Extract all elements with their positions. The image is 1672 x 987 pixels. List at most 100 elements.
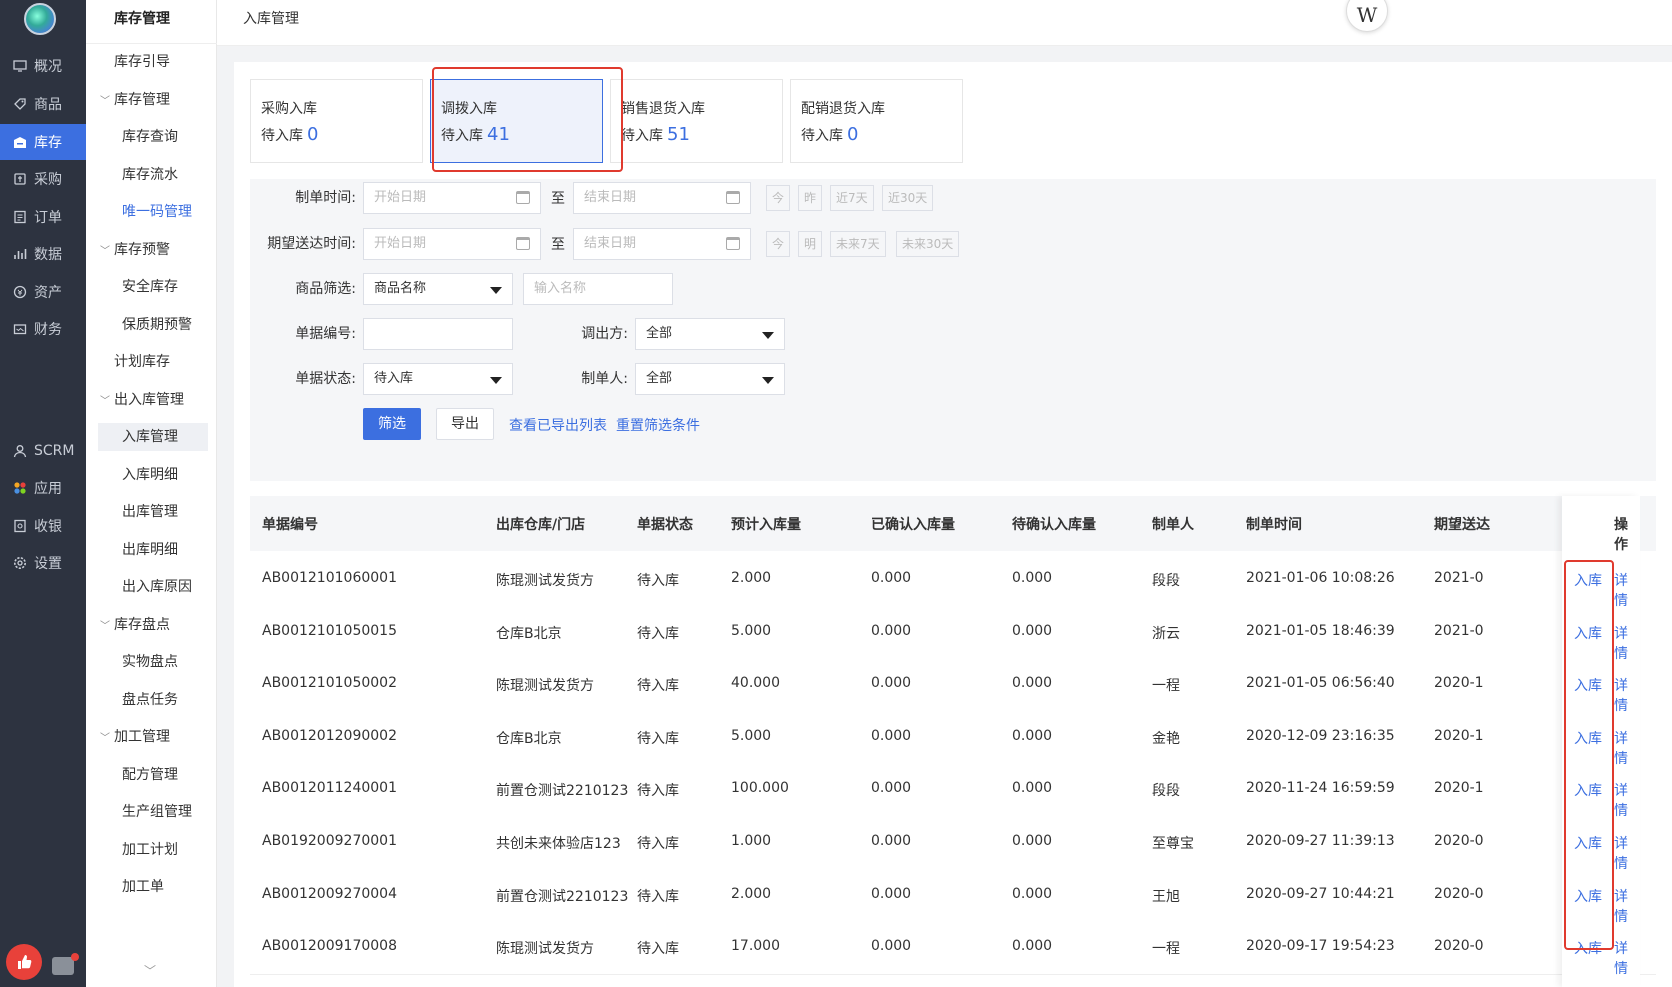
nav-item-label: 数据 [34, 247, 62, 263]
sidebar-item[interactable]: 加工单 [98, 873, 208, 901]
table-row[interactable]: AB0012009270004 前置仓测试2210123 待入库 2.000 0.000… [250, 866, 1656, 923]
table-row[interactable]: AB0012011240001 前置仓测试2210123 待入库 100.000 0.0… [250, 761, 1656, 818]
detail-link[interactable]: 详情 [1614, 833, 1640, 873]
chevron-down-icon: ﹀ [100, 620, 110, 632]
table-row[interactable]: AB0012101050002 陈琨测试发货方 待入库 40.000 0.000 0.00… [250, 656, 1656, 713]
type-card[interactable]: 销售退货入库 待入库 51 [610, 79, 783, 163]
table-row[interactable]: AB0012012090002 仓库B北京 待入库 5.000 0.000 0.000 金艳… [250, 708, 1656, 765]
detail-link[interactable]: 详情 [1614, 623, 1640, 663]
doc-no-input[interactable] [363, 318, 513, 350]
inbound-link[interactable]: 入库 [1574, 833, 1602, 853]
export-button[interactable]: 导出 [436, 408, 494, 440]
sidebar-item[interactable]: 入库明细 [98, 461, 208, 489]
type-card[interactable]: 调拨入库 待入库 41 [430, 79, 603, 163]
sidebar-item[interactable]: ﹀ 库存管理 [98, 86, 208, 114]
sidebar-item[interactable]: 盘点任务 [98, 686, 208, 714]
sidebar-item[interactable]: 出入库原因 [98, 573, 208, 601]
creator-select[interactable]: 全部 [635, 363, 785, 395]
detail-link[interactable]: 详情 [1614, 886, 1640, 926]
nav-item-wallet[interactable]: 财务 [0, 311, 86, 347]
nav-item-bar-chart[interactable]: 数据 [0, 236, 86, 272]
reset-filter-link[interactable]: 重置筛选条件 [616, 415, 700, 435]
nav-item-label: 商品 [34, 97, 62, 113]
nav-item-purchase[interactable]: 采购 [0, 161, 86, 197]
inbound-link[interactable]: 入库 [1574, 886, 1602, 906]
view-exports-link[interactable]: 查看已导出列表 [509, 415, 607, 435]
nav-item-tag[interactable]: 商品 [0, 86, 86, 122]
type-card[interactable]: 采购入库 待入库 0 [250, 79, 423, 163]
table-row[interactable]: AB0012101060001 陈琨测试发货方 待入库 2.000 0.000 0.000… [250, 551, 1656, 607]
out-party-select[interactable]: 全部 [635, 318, 785, 350]
column-header: 制单时间 [1246, 517, 1302, 533]
status-select[interactable]: 待入库 [363, 363, 513, 395]
table-row[interactable]: AB0012009170008 陈琨测试发货方 待入库 17.000 0.000 0.00… [250, 919, 1656, 976]
nav-item-order[interactable]: 订单 [0, 199, 86, 235]
nav-item-user[interactable]: SCRM [0, 433, 86, 469]
expect-end-date[interactable]: 结束日期 [573, 228, 751, 260]
sidebar-item[interactable]: 保质期预警 [98, 311, 208, 339]
table-row[interactable]: AB0012101050015 仓库B北京 待入库 5.000 0.000 0.000 浙云… [250, 603, 1656, 660]
goods-name-input[interactable]: 输入名称 [523, 273, 673, 305]
detail-link[interactable]: 详情 [1614, 780, 1640, 820]
quick-date-button[interactable]: 近7天 [830, 185, 874, 211]
sidebar-item[interactable]: 出库管理 [98, 498, 208, 526]
cell-status: 待入库 [637, 888, 679, 905]
sidebar-item[interactable]: 库存流水 [98, 161, 208, 189]
nav-item-cashier[interactable]: 收银 [0, 508, 86, 544]
nav-item-monitor[interactable]: 概况 [0, 48, 86, 84]
detail-link[interactable]: 详情 [1614, 728, 1640, 768]
table-row[interactable]: AB0192009270001 共创未来体验店123 待入库 1.000 0.000 0.… [250, 814, 1656, 870]
column-header: 单据状态 [637, 517, 693, 533]
brand-logo[interactable] [24, 3, 56, 35]
sidebar-item[interactable]: ﹀ 库存预警 [98, 236, 208, 264]
inbound-link[interactable]: 入库 [1574, 780, 1602, 800]
sidebar-item[interactable]: ﹀ 出入库管理 [98, 386, 208, 414]
sidebar-item[interactable]: 库存查询 [98, 123, 208, 151]
sidebar-item[interactable]: 安全库存 [98, 273, 208, 301]
sidebar-item[interactable]: 出库明细 [98, 536, 208, 564]
avatar[interactable]: W [1346, 0, 1388, 32]
chevron-down-icon[interactable]: ﹀ [144, 962, 156, 979]
inbound-link[interactable]: 入库 [1574, 570, 1602, 590]
quick-date-button[interactable]: 明 [798, 231, 823, 257]
expect-start-date[interactable]: 开始日期 [363, 228, 541, 260]
detail-link[interactable]: 详情 [1614, 938, 1640, 978]
nav-item-gear[interactable]: 设置 [0, 545, 86, 581]
quick-date-button[interactable]: 昨 [798, 185, 823, 211]
create-start-date[interactable]: 开始日期 [363, 182, 541, 214]
cell-eta: 2020-1 [1434, 780, 1484, 797]
inbound-link[interactable]: 入库 [1574, 623, 1602, 643]
sidebar-item[interactable]: 加工计划 [98, 836, 208, 864]
sidebar-item[interactable]: 唯一码管理 [98, 198, 208, 226]
filter-button[interactable]: 筛选 [363, 408, 421, 440]
like-bubble-icon[interactable] [6, 944, 42, 980]
type-card[interactable]: 配销退货入库 待入库 0 [790, 79, 963, 163]
cell-time: 2021-01-05 18:46:39 [1246, 622, 1395, 639]
nav-item-coin[interactable]: 资产 [0, 274, 86, 310]
detail-link[interactable]: 详情 [1614, 570, 1640, 610]
quick-date-button[interactable]: 未来7天 [830, 231, 886, 257]
goods-type-select[interactable]: 商品名称 [363, 273, 513, 305]
quick-date-button[interactable]: 今 [766, 185, 791, 211]
nav-item-warehouse[interactable]: 库存 [0, 124, 86, 160]
sidebar-item[interactable]: 计划库存 [98, 348, 208, 376]
sidebar-item[interactable]: 生产组管理 [98, 798, 208, 826]
quick-date-button[interactable]: 未来30天 [896, 231, 960, 257]
card-sub: 待入库 0 [261, 124, 412, 145]
detail-link[interactable]: 详情 [1614, 675, 1640, 715]
create-end-date[interactable]: 结束日期 [573, 182, 751, 214]
quick-date-button[interactable]: 近30天 [882, 185, 934, 211]
sidebar-item[interactable]: ﹀ 加工管理 [98, 723, 208, 751]
nav-item-apps[interactable]: 应用 [0, 470, 86, 506]
sidebar-item[interactable]: 配方管理 [98, 761, 208, 789]
sidebar-item[interactable]: 库存引导 [98, 48, 208, 76]
inbound-link[interactable]: 入库 [1574, 938, 1602, 958]
inbound-link[interactable]: 入库 [1574, 728, 1602, 748]
chat-icon[interactable] [52, 957, 74, 975]
calendar-icon [726, 237, 740, 250]
sidebar-item[interactable]: 入库管理 [98, 423, 208, 451]
sidebar-item[interactable]: ﹀ 库存盘点 [98, 611, 208, 639]
inbound-link[interactable]: 入库 [1574, 675, 1602, 695]
sidebar-item[interactable]: 实物盘点 [98, 648, 208, 676]
quick-date-button[interactable]: 今 [766, 231, 791, 257]
